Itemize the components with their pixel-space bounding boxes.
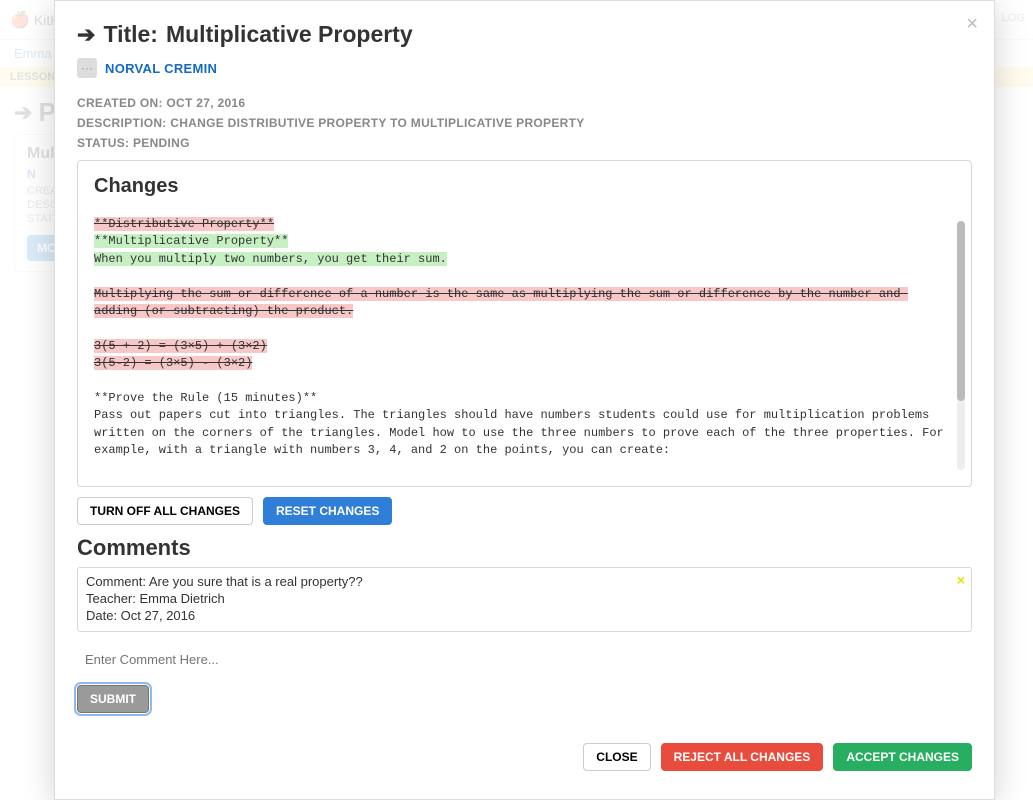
comment-close-icon[interactable]: × [957, 572, 965, 588]
diff-del: **Distributive Property** [94, 217, 274, 231]
diff-del: 3(5-2) = (3×5) - (3×2) [94, 356, 252, 370]
comment-teacher: Teacher: Emma Dietrich [86, 591, 963, 606]
comment-input[interactable] [77, 646, 972, 685]
arrow-right-icon: ➔ [77, 22, 95, 48]
title-text: Multiplicative Property [166, 21, 413, 48]
author-link[interactable]: NORVAL CREMIN [105, 61, 217, 76]
pull-request-modal: × ➔ Title: Multiplicative Property ··· N… [54, 0, 995, 800]
diff-area[interactable]: **Distributive Property** **Multiplicati… [94, 216, 955, 476]
diff-add: When you multiply two numbers, you get t… [94, 252, 447, 266]
modal-title: ➔ Title: Multiplicative Property [77, 21, 972, 48]
changes-header: Changes [94, 175, 955, 198]
comment-text: Comment: Are you sure that is a real pro… [86, 574, 963, 589]
comment-item: × Comment: Are you sure that is a real p… [77, 567, 972, 632]
scroll-thumb[interactable] [957, 221, 965, 401]
author-row: ··· NORVAL CREMIN [77, 58, 972, 78]
description-line: DESCRIPTION: CHANGE DISTRIBUTIVE PROPERT… [77, 116, 972, 130]
scrollbar[interactable] [957, 221, 965, 470]
title-prefix: Title: [103, 21, 158, 48]
avatar: ··· [77, 58, 97, 78]
changes-action-row: TURN OFF ALL CHANGES RESET CHANGES [77, 497, 972, 525]
diff-kept: **Prove the Rule (15 minutes)** [94, 391, 317, 405]
comments-header: Comments [77, 535, 972, 561]
reject-all-changes-button[interactable]: REJECT ALL CHANGES [661, 743, 824, 771]
changes-panel: Changes **Distributive Property** **Mult… [77, 160, 972, 487]
diff-add: **Multiplicative Property** [94, 234, 288, 248]
status-line: STATUS: PENDING [77, 136, 972, 150]
accept-changes-button[interactable]: ACCEPT CHANGES [833, 743, 972, 771]
close-icon[interactable]: × [966, 13, 978, 36]
comment-date: Date: Oct 27, 2016 [86, 608, 963, 623]
turn-off-all-changes-button[interactable]: TURN OFF ALL CHANGES [77, 497, 253, 525]
modal-footer: CLOSE REJECT ALL CHANGES ACCEPT CHANGES [77, 743, 972, 771]
close-button[interactable]: CLOSE [583, 743, 650, 771]
created-on-line: CREATED ON: OCT 27, 2016 [77, 96, 972, 110]
reset-changes-button[interactable]: RESET CHANGES [263, 497, 392, 525]
submit-button[interactable]: SUBMIT [77, 685, 149, 713]
diff-del: Multiplying the sum or difference of a n… [94, 287, 908, 318]
diff-del: 3(5 + 2) = (3×5) + (3×2) [94, 339, 267, 353]
diff-kept: Pass out papers cut into triangles. The … [94, 408, 951, 457]
